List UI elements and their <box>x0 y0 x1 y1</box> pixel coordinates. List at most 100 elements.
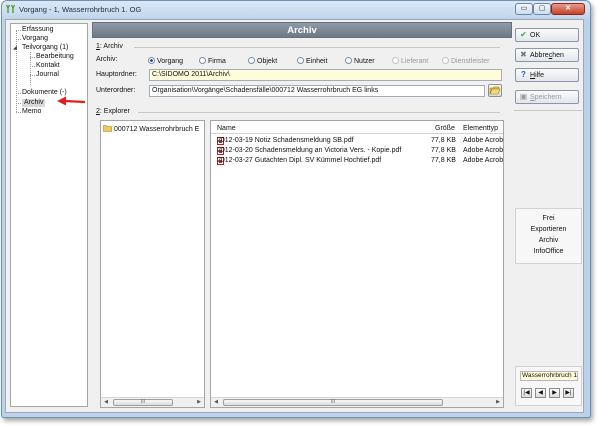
section-title: : Explorer <box>99 108 130 115</box>
scroll-thumb[interactable]: III <box>223 399 443 406</box>
tree-item-erfassung[interactable]: Erfassung <box>22 26 54 34</box>
ok-button[interactable]: ✔ OK <box>515 28 579 42</box>
tree-item-kontakt[interactable]: Kontakt <box>36 62 60 70</box>
section-title: : Archiv <box>99 43 123 50</box>
help-button[interactable]: ? Hilfe <box>515 68 579 82</box>
app-logo-icon <box>6 4 16 13</box>
scroll-right-icon[interactable]: ▶ <box>194 398 204 407</box>
tree-item-bearbeitung[interactable]: Bearbeitung <box>36 53 74 61</box>
cancel-button[interactable]: ✖ Abbrechen <box>515 48 579 62</box>
section-explorer-label: 2: Explorer <box>96 108 130 115</box>
column-header-type[interactable]: Elementtyp <box>463 125 498 132</box>
tree-connector <box>30 75 35 76</box>
hauptordner-field[interactable]: C:\SIDOMO 2011\Archiv\ <box>149 69 502 81</box>
maximize-button[interactable]: ▢ <box>533 3 551 15</box>
tree-connector <box>16 103 21 104</box>
tree-item-memo[interactable]: Memo <box>22 108 41 116</box>
client-area: Erfassung Vorgang ◢ Teilvorgang (1) Bear… <box>5 19 584 413</box>
radio-einheit[interactable]: Einheit <box>297 57 327 65</box>
radio-unchecked-icon <box>442 57 449 64</box>
cancel-label-rest: hen <box>552 52 564 59</box>
file-name-text: 2012-03-19 Notiz Schadensmeldung SB.pdf <box>217 137 354 144</box>
tree-item-vorgang[interactable]: Vorgang <box>22 35 48 43</box>
checkmark-icon: ✔ <box>520 30 527 39</box>
radio-label: Einheit <box>306 58 328 65</box>
navigation-tree: Erfassung Vorgang ◢ Teilvorgang (1) Bear… <box>10 23 88 407</box>
radio-lieferant: Lieferant <box>392 57 428 65</box>
horizontal-scrollbar[interactable]: ◀ III ▶ <box>211 397 503 407</box>
collapse-triangle-icon[interactable]: ◢ <box>13 45 17 51</box>
last-record-button[interactable]: ▶| <box>563 388 574 398</box>
radio-unchecked-icon <box>392 57 399 64</box>
radio-label: Firma <box>208 58 226 65</box>
scroll-right-icon[interactable]: ▶ <box>493 398 503 407</box>
radio-label: Vorgang <box>157 58 184 65</box>
cancel-x-icon: ✖ <box>520 50 527 59</box>
radio-label: Dienstleister <box>451 58 490 65</box>
first-record-button[interactable]: |◀ <box>521 388 532 398</box>
file-type: Adobe Acrob <box>463 147 504 154</box>
section-divider <box>134 47 500 48</box>
folder-icon <box>103 125 112 132</box>
radio-firma[interactable]: Firma <box>199 57 226 65</box>
radio-label: Lieferant <box>401 58 429 65</box>
file-size: 77,8 KB <box>431 137 456 144</box>
tree-item-journal[interactable]: Journal <box>36 71 59 79</box>
archiv-label: Archiv: <box>96 56 118 63</box>
file-name-text: 2012-03-27 Gutachten Dipl. SV Kümmel Hoc… <box>217 157 382 164</box>
save-button: ▣ Speichern <box>515 90 579 104</box>
radio-dienstleister: Dienstleister <box>442 57 490 65</box>
title-bar[interactable]: Vorgang - 1, Wasserrohrbruch 1. OG ▭ ▢ ✕ <box>2 1 590 18</box>
ok-label: OK <box>530 32 541 39</box>
file-name-text: 2012-03-20 Schadensmeldung an Victoria V… <box>217 147 402 154</box>
radio-checked-icon <box>148 57 155 64</box>
file-type: Adobe Acrob <box>463 157 504 164</box>
page-title: Archiv <box>92 22 512 38</box>
menu-item-infooffice[interactable]: InfoOffice <box>516 248 581 255</box>
minimize-button[interactable]: ▭ <box>515 3 533 15</box>
tree-connector <box>16 93 21 94</box>
file-row[interactable]: 2012-03-27 Gutachten Dipl. SV Kümmel Hoc… <box>211 157 503 166</box>
tree-item-teilvorgang[interactable]: Teilvorgang (1) <box>22 44 68 52</box>
column-header-size[interactable]: Größe <box>435 125 455 132</box>
tree-item-archiv[interactable]: Archiv <box>22 99 46 107</box>
main-panel: Archiv 1: Archiv Archiv: Vorgang Firma O… <box>92 22 512 408</box>
file-row[interactable]: 2012-03-20 Schadensmeldung an Victoria V… <box>211 147 503 156</box>
radio-label: Nutzer <box>354 58 375 65</box>
folder-tree-pane[interactable]: 000712 Wasserrohrbruch E ◀ III ▶ <box>100 120 205 408</box>
record-label: Wasserrohrbruch 1 <box>520 371 578 381</box>
column-header-name[interactable]: Name <box>217 125 236 132</box>
file-type: Adobe Acrob <box>463 137 504 144</box>
previous-record-button[interactable]: ◀ <box>535 388 546 398</box>
window-title: Vorgang - 1, Wasserrohrbruch 1. OG <box>19 5 142 14</box>
radio-unchecked-icon <box>199 57 206 64</box>
radio-nutzer[interactable]: Nutzer <box>345 57 375 65</box>
menu-item-archiv[interactable]: Archiv <box>516 237 581 244</box>
scroll-thumb[interactable]: III <box>113 399 173 406</box>
action-menu: Frei Exportieren Archiv InfoOffice <box>515 208 582 264</box>
horizontal-scrollbar[interactable]: ◀ III ▶ <box>101 397 204 407</box>
close-button[interactable]: ✕ <box>551 3 585 15</box>
menu-item-exportieren[interactable]: Exportieren <box>516 226 581 233</box>
file-list-pane[interactable]: Name Größe Elementtyp 2012-03-19 Notiz S… <box>210 120 504 408</box>
next-record-button[interactable]: ▶ <box>549 388 560 398</box>
help-label: ilfe <box>535 72 545 79</box>
folder-label: 000712 Wasserrohrbruch E <box>114 126 200 133</box>
unterordner-field[interactable]: Organisation\Vorgänge\Schadensfälle\0007… <box>149 85 485 97</box>
header-divider <box>211 133 503 134</box>
help-question-icon: ? <box>521 70 526 79</box>
cancel-label: Abbre <box>530 52 549 59</box>
radio-unchecked-icon <box>248 57 255 64</box>
folder-item[interactable]: 000712 Wasserrohrbruch E <box>103 124 199 133</box>
radio-unchecked-icon <box>345 57 352 64</box>
browse-folder-button[interactable] <box>488 84 502 97</box>
radio-vorgang[interactable]: Vorgang <box>148 57 183 65</box>
scroll-left-icon[interactable]: ◀ <box>211 398 221 407</box>
menu-item-frei[interactable]: Frei <box>516 215 581 222</box>
tree-connector <box>16 112 21 113</box>
scroll-left-icon[interactable]: ◀ <box>101 398 111 407</box>
file-row[interactable]: 2012-03-19 Notiz Schadensmeldung SB.pdf … <box>211 137 503 146</box>
radio-objekt[interactable]: Objekt <box>248 57 277 65</box>
section-divider <box>138 112 500 113</box>
folder-open-icon <box>489 86 501 95</box>
